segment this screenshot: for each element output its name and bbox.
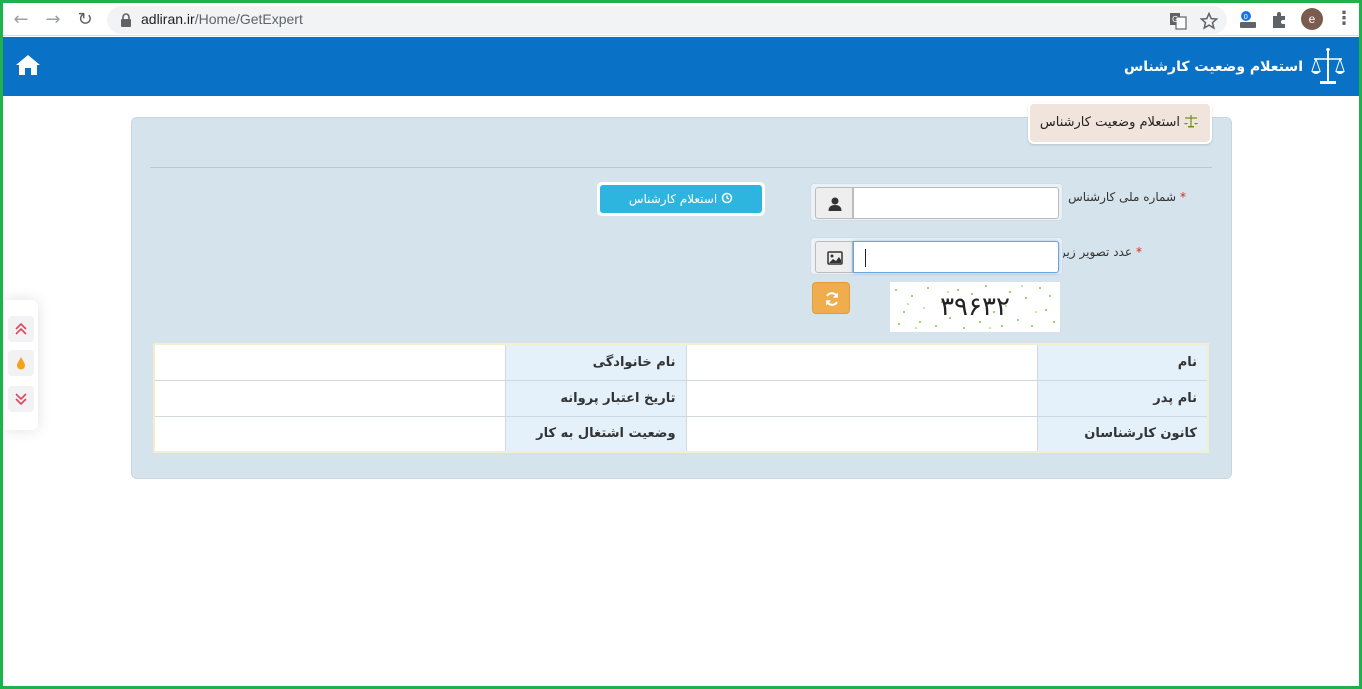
result-label: کانون کارشناسان [1037, 415, 1209, 453]
captcha-label-text: عدد تصویر زیر [1059, 245, 1132, 259]
svg-text:G: G [1172, 15, 1178, 24]
required-mark: * [1180, 190, 1186, 204]
url-path: /Home/GetExpert [194, 11, 303, 27]
result-label: نام خانوادگی [505, 343, 687, 381]
url-host: adliran.ir [141, 11, 195, 27]
reload-icon[interactable]: ↻ [73, 8, 97, 32]
theme-drop-button[interactable] [8, 350, 34, 376]
result-label: نام پدر [1037, 379, 1209, 417]
panel-divider [150, 167, 1212, 168]
double-chevron-down-icon [15, 393, 27, 406]
national-id-label: * شماره ملی کارشناس [1068, 190, 1186, 204]
text-caret [865, 249, 866, 267]
result-value [153, 379, 507, 417]
browser-toolbar: ← → ↻ adliran.ir/Home/GetExpert G 0 e ⋮ [3, 3, 1359, 36]
user-addon [815, 187, 853, 219]
result-label: نام [1037, 343, 1209, 381]
refresh-icon [826, 292, 838, 306]
home-icon[interactable] [15, 53, 41, 77]
captcha-image: ۳۹۶۳۲ [890, 282, 1060, 332]
results-table: نام نام خانوادگی نام پدر تاریخ اعتبار پر… [153, 343, 1209, 453]
translate-icon[interactable]: G [1169, 12, 1187, 30]
floating-toolbar [4, 300, 38, 430]
scales-icon [1184, 115, 1198, 128]
national-id-input[interactable] [853, 187, 1059, 219]
bookmark-star-icon[interactable] [1200, 12, 1218, 30]
browser-menu-icon[interactable]: ⋮ [1335, 9, 1353, 29]
lock-icon [121, 13, 131, 27]
table-row: نام نام خانوادگی [153, 343, 1209, 381]
profile-avatar[interactable]: e [1301, 8, 1323, 30]
history-icon [721, 192, 733, 204]
refresh-captcha-button[interactable] [812, 282, 850, 314]
double-chevron-up-icon [15, 322, 27, 335]
image-addon [815, 241, 853, 273]
submit-inquiry-button-face[interactable]: استعلام کارشناس [600, 185, 762, 213]
result-value [153, 343, 507, 381]
app-title: استعلام وضعیت کارشناس [1123, 59, 1303, 75]
droplet-icon [17, 357, 25, 370]
table-row: کانون کارشناسان وضعیت اشتغال به کار [153, 415, 1209, 453]
submit-inquiry-button[interactable]: استعلام کارشناس [597, 182, 765, 216]
extensions-puzzle-icon[interactable] [1269, 8, 1291, 30]
result-value [153, 415, 507, 453]
captcha-label: * عدد تصویر زیر [1060, 245, 1142, 259]
forward-arrow-icon[interactable]: → [41, 8, 65, 32]
justice-scales-emblem-icon [1311, 48, 1345, 84]
required-mark: * [1136, 245, 1142, 259]
submit-inquiry-label: استعلام کارشناس [628, 192, 718, 206]
svg-text:0: 0 [1244, 13, 1248, 21]
result-value [685, 379, 1039, 417]
result-label: وضعیت اشتغال به کار [505, 415, 687, 453]
url-text: adliran.ir/Home/GetExpert [141, 11, 303, 27]
scroll-bottom-button[interactable] [8, 386, 34, 412]
captcha-digits: ۳۹۶۳۲ [940, 292, 1010, 322]
captcha-input[interactable] [853, 241, 1059, 273]
scroll-top-button[interactable] [8, 316, 34, 342]
result-value [685, 343, 1039, 381]
result-label: تاریخ اعتبار پروانه [505, 379, 687, 417]
national-id-input-group [810, 183, 1063, 221]
national-id-label-text: شماره ملی کارشناس [1068, 190, 1176, 204]
app-header: استعلام وضعیت کارشناس [3, 37, 1359, 96]
result-value [685, 415, 1039, 453]
panel-tab: استعلام وضعیت کارشناس [1028, 102, 1212, 144]
user-icon [828, 197, 842, 211]
back-arrow-icon[interactable]: ← [9, 8, 33, 32]
table-row: نام پدر تاریخ اعتبار پروانه [153, 379, 1209, 417]
panel-tab-title: استعلام وضعیت کارشناس [1039, 115, 1180, 130]
address-bar[interactable]: adliran.ir/Home/GetExpert G [107, 6, 1227, 34]
captcha-input-group [810, 237, 1063, 275]
image-icon [827, 251, 843, 265]
extension-badge-icon[interactable]: 0 [1237, 8, 1259, 30]
